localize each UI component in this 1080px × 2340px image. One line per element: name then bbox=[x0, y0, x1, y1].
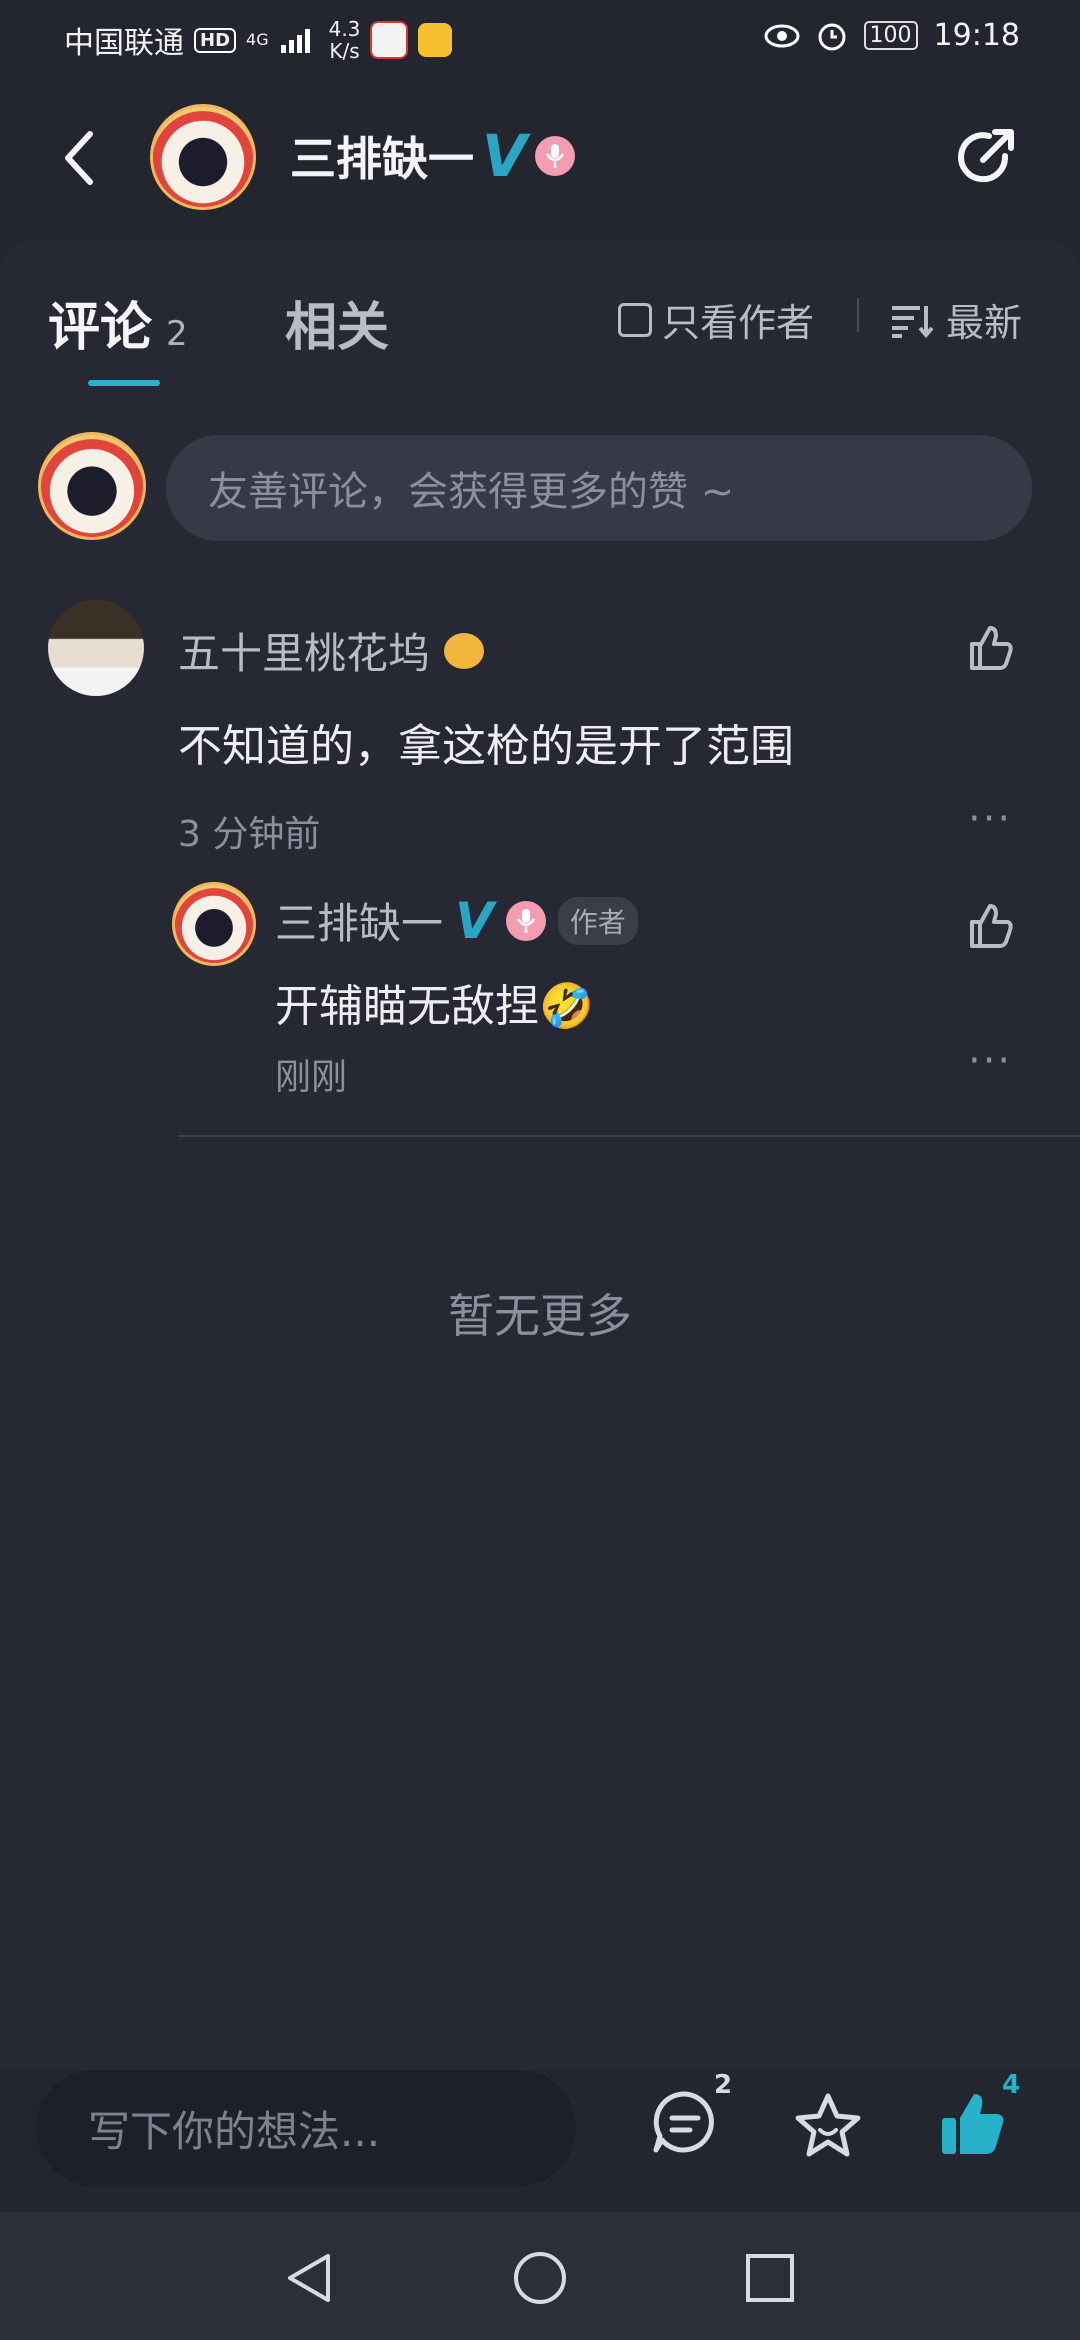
more-options-icon[interactable]: ··· bbox=[968, 796, 1012, 842]
comment-input[interactable]: 友善评论，会获得更多的赞 ~ bbox=[166, 435, 1032, 541]
tab-related[interactable]: 相关 bbox=[285, 285, 389, 360]
thread-divider bbox=[178, 1135, 1080, 1137]
author-name: 三排缺一 bbox=[290, 132, 474, 186]
signal-icon bbox=[280, 29, 310, 53]
checkbox-icon[interactable] bbox=[618, 302, 652, 337]
divider bbox=[857, 298, 859, 332]
commenter-avatar[interactable] bbox=[48, 600, 144, 696]
reply-text: 开辅瞄无敌捏 bbox=[275, 981, 539, 1032]
net-speed-value: 4.3 bbox=[328, 17, 361, 41]
author-tag: 作者 bbox=[557, 896, 638, 945]
commenter-name-row: 五十里桃花坞 bbox=[178, 620, 485, 681]
tab-comments-count: 2 bbox=[166, 314, 188, 354]
nav-home-icon[interactable] bbox=[512, 2250, 568, 2306]
laughing-emoji-icon: 🤣 bbox=[539, 981, 594, 1032]
active-tab-indicator bbox=[88, 380, 160, 386]
sort-icon bbox=[892, 305, 934, 338]
only-author-toggle[interactable]: 只看作者 bbox=[618, 292, 814, 347]
reply-name-row: 三排缺一 V 作者 bbox=[275, 890, 638, 951]
only-author-label: 只看作者 bbox=[662, 301, 815, 345]
network-type: 4G bbox=[246, 30, 269, 49]
write-comment-input[interactable]: 写下你的想法... bbox=[36, 2070, 576, 2186]
clock: 19:18 bbox=[933, 18, 1020, 53]
author-name-group[interactable]: 三排缺一 V bbox=[290, 122, 575, 190]
tab-comments[interactable]: 评论 2 bbox=[48, 285, 188, 360]
no-more-label: 暂无更多 bbox=[448, 1289, 632, 1343]
like-icon[interactable] bbox=[966, 622, 1016, 672]
like-count-badge: 4 bbox=[1002, 2070, 1021, 2100]
comment-icon bbox=[653, 2091, 714, 2153]
reply-time: 刚刚 bbox=[275, 1057, 348, 1098]
favorite-star-icon[interactable] bbox=[792, 2090, 864, 2162]
sort-button[interactable]: 最新 bbox=[890, 292, 1022, 347]
status-left: 中国联通 HD 4G 4.3 K/s bbox=[64, 18, 453, 62]
eye-icon bbox=[764, 24, 800, 47]
voice-badge-icon bbox=[534, 136, 575, 176]
more-options-icon[interactable]: ··· bbox=[968, 1038, 1012, 1084]
carrier-label: 中国联通 bbox=[64, 26, 184, 61]
voice-badge-icon bbox=[505, 900, 546, 941]
like-icon[interactable] bbox=[966, 900, 1016, 950]
comment-button[interactable]: 2 bbox=[650, 2070, 732, 2168]
commenter-name[interactable]: 五十里桃花坞 bbox=[178, 620, 430, 681]
sort-label: 最新 bbox=[946, 301, 1023, 345]
nav-back-icon[interactable] bbox=[282, 2250, 338, 2306]
net-speed: 4.3 K/s bbox=[329, 18, 361, 62]
reply-avatar[interactable] bbox=[172, 882, 256, 966]
share-icon[interactable] bbox=[955, 126, 1019, 190]
hd-badge: HD bbox=[194, 27, 237, 53]
write-comment-placeholder: 写下你的想法... bbox=[88, 2106, 381, 2156]
comments-sheet: 评论 2 相关 只看作者 最新 友善评论，会获得更多的赞 ~ 五十里桃花坞 不知道… bbox=[0, 240, 1080, 2070]
verified-icon: V bbox=[482, 122, 527, 190]
verified-icon: V bbox=[455, 891, 494, 950]
status-bar: 中国联通 HD 4G 4.3 K/s 100 19:18 bbox=[0, 0, 1080, 76]
status-right: 100 19:18 bbox=[764, 18, 1020, 53]
notification-app-icon bbox=[418, 23, 453, 57]
comment-input-placeholder: 友善评论，会获得更多的赞 ~ bbox=[208, 469, 735, 515]
comment-text: 不知道的，拿这枪的是开了范围 bbox=[178, 721, 794, 772]
alarm-icon bbox=[818, 23, 846, 50]
level-badge-icon bbox=[444, 632, 485, 669]
reply-text-row: 开辅瞄无敌捏🤣 bbox=[275, 970, 594, 1034]
like-button[interactable]: 4 bbox=[938, 2070, 1020, 2168]
baidu-app-icon bbox=[370, 21, 409, 59]
author-avatar[interactable] bbox=[150, 104, 256, 210]
back-arrow-icon[interactable] bbox=[58, 128, 98, 188]
tab-comments-label: 评论 bbox=[48, 298, 153, 358]
comment-count-badge: 2 bbox=[714, 2070, 733, 2100]
battery-indicator: 100 bbox=[863, 21, 918, 50]
top-bar: 三排缺一 V bbox=[0, 90, 1080, 230]
thumbs-up-filled-icon bbox=[942, 2094, 1004, 2154]
nav-recents-icon[interactable] bbox=[742, 2250, 798, 2306]
my-avatar bbox=[38, 432, 146, 540]
system-nav-bar bbox=[0, 2212, 1080, 2340]
comment-time: 3 分钟前 bbox=[178, 814, 321, 855]
net-speed-unit: K/s bbox=[329, 39, 360, 63]
reply-user-name[interactable]: 三排缺一 bbox=[275, 890, 443, 951]
